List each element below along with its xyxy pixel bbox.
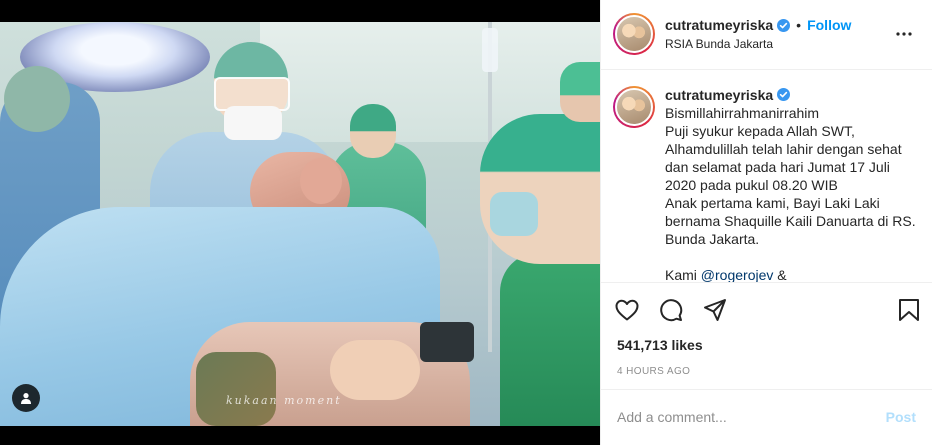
- caption-username[interactable]: cutratumeyriska: [665, 86, 773, 104]
- post-media: kukaan moment: [0, 0, 600, 445]
- share-button[interactable]: [703, 292, 739, 328]
- instagram-post: kukaan moment cutratumeyriska • Follow R…: [0, 0, 932, 445]
- comment-icon: [660, 299, 683, 322]
- avatar-image: [615, 87, 653, 126]
- location-link[interactable]: RSIA Bunda Jakarta: [665, 37, 892, 52]
- more-options-icon: [896, 32, 912, 36]
- comment-button[interactable]: [659, 292, 695, 328]
- mention-link[interactable]: @rogerojev: [701, 267, 774, 283]
- caption-username-row: cutratumeyriska: [665, 86, 791, 104]
- post-photo[interactable]: [0, 22, 600, 426]
- user-tag-button[interactable]: [12, 384, 40, 412]
- username-link[interactable]: cutratumeyriska: [665, 17, 773, 35]
- like-button[interactable]: [615, 292, 651, 328]
- heart-icon: [615, 299, 639, 321]
- post-timestamp[interactable]: 4 HOURS AGO: [601, 356, 932, 389]
- comment-bar: Post: [601, 388, 932, 445]
- follow-button[interactable]: Follow: [807, 17, 851, 35]
- caption-avatar[interactable]: [613, 85, 655, 128]
- more-options-button[interactable]: [892, 22, 916, 46]
- caption-text: Bismillahirrahmanirrahim Puji syukur kep…: [665, 104, 916, 283]
- save-button[interactable]: [884, 292, 920, 328]
- post-comment-button[interactable]: Post: [886, 409, 916, 425]
- likes-count[interactable]: 541,713 likes: [601, 337, 932, 356]
- bookmark-icon: [899, 298, 919, 321]
- separator-dot: •: [796, 16, 802, 33]
- avatar-image: [615, 15, 653, 54]
- post-sidebar: cutratumeyriska • Follow RSIA Bunda Jaka…: [600, 0, 932, 445]
- post-header: cutratumeyriska • Follow RSIA Bunda Jaka…: [601, 0, 932, 70]
- avatar[interactable]: [613, 13, 655, 56]
- caption: cutratumeyriska Bismillahirrahmanirrahim…: [665, 86, 916, 283]
- caption-tail: &: [773, 266, 787, 283]
- photo-watermark: kukaan moment: [226, 394, 342, 407]
- user-tag-icon: [21, 393, 31, 404]
- share-icon: [704, 298, 726, 321]
- header-text: cutratumeyriska • Follow RSIA Bunda Jaka…: [665, 17, 892, 53]
- header-row: cutratumeyriska • Follow: [665, 17, 892, 35]
- caption-section: cutratumeyriska Bismillahirrahmanirrahim…: [601, 70, 932, 283]
- verified-badge-icon: [777, 88, 791, 102]
- caption-body-text: Bismillahirrahmanirrahim Puji syukur kep…: [665, 104, 916, 283]
- action-bar: [601, 282, 932, 336]
- verified-badge-icon: [777, 18, 791, 32]
- comment-input[interactable]: [617, 409, 886, 426]
